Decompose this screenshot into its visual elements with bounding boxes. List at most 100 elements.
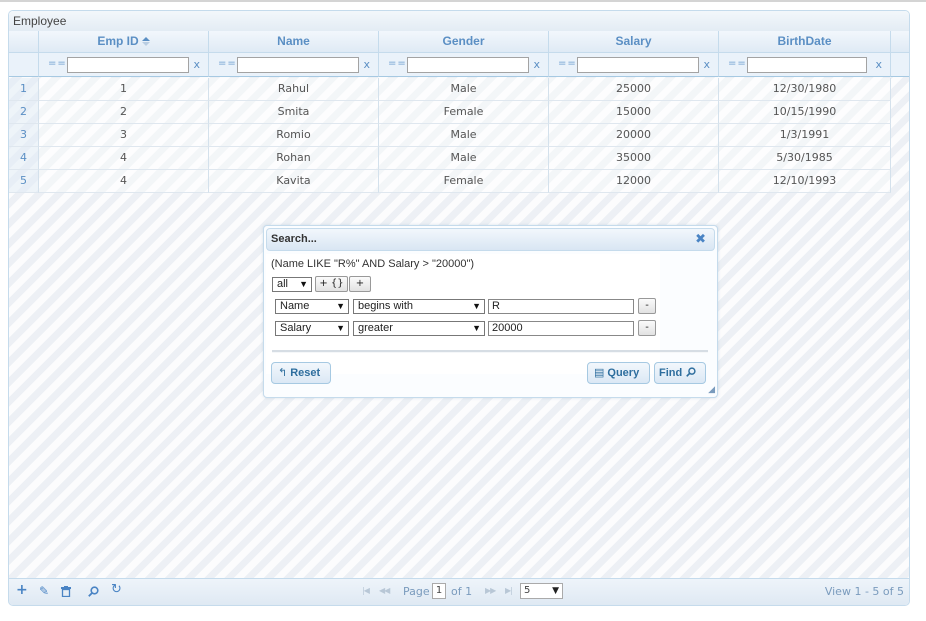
column-header-empid[interactable]: Emp ID [39, 31, 209, 53]
delete-rule-button[interactable]: - [638, 298, 656, 314]
sort-asc-icon[interactable] [141, 37, 150, 47]
rule-operator-select[interactable]: begins with ▼ [353, 299, 485, 314]
cell-name[interactable]: Rohan [209, 147, 379, 170]
find-button[interactable]: Find [654, 362, 706, 384]
delete-rule-button[interactable]: - [638, 320, 656, 336]
column-header-gender-label: Gender [442, 34, 485, 48]
last-page-icon[interactable]: ▶| [505, 586, 513, 595]
edit-icon[interactable]: ✎ [39, 584, 49, 598]
column-header-salary[interactable]: Salary [549, 31, 719, 53]
cell-empid[interactable]: 2 [39, 101, 209, 124]
filter-operator[interactable]: == [728, 58, 747, 69]
search-icon[interactable] [88, 586, 99, 597]
cell-empid[interactable]: 1 [39, 78, 209, 101]
filter-clear-button[interactable]: x [703, 58, 710, 71]
cell-empid[interactable]: 4 [39, 147, 209, 170]
cell-empid[interactable]: 4 [39, 170, 209, 193]
filter-birthdate: == x [719, 53, 891, 77]
cell-name[interactable]: Smita [209, 101, 379, 124]
cell-gender[interactable]: Male [379, 147, 549, 170]
cell-name[interactable]: Romio [209, 124, 379, 147]
cell-salary[interactable]: 25000 [549, 78, 719, 101]
column-header-birthdate[interactable]: BirthDate [719, 31, 891, 53]
undo-icon: ↰ [278, 367, 288, 379]
search-icon [686, 367, 696, 377]
resize-handle-icon[interactable]: ◢ [708, 385, 715, 395]
rows-per-page-select[interactable]: 5 ▼ [520, 583, 563, 599]
filter-operator[interactable]: == [218, 58, 237, 69]
prev-page-icon[interactable]: ◀◀ [379, 586, 390, 595]
filter-operator[interactable]: == [48, 58, 67, 69]
add-group-button[interactable]: + {} [315, 276, 348, 292]
cell-empid[interactable]: 3 [39, 124, 209, 147]
cell-salary[interactable]: 35000 [549, 147, 719, 170]
close-icon[interactable]: ✖ [695, 232, 706, 247]
header-scroll-gap [891, 31, 909, 53]
rule-operator-select[interactable]: greater ▼ [353, 321, 485, 336]
rule-field-select[interactable]: Name ▼ [275, 299, 349, 314]
rule-value-input[interactable]: 20000 [488, 321, 634, 336]
filter-gender-input[interactable] [407, 57, 529, 73]
filter-empid-input[interactable] [67, 57, 189, 73]
grid-caption: Employee [9, 11, 909, 32]
filter-clear-button[interactable]: x [533, 58, 540, 71]
filter-operator[interactable]: == [558, 58, 577, 69]
row-number[interactable]: 5 [9, 170, 39, 193]
filter-empid: == x [39, 53, 209, 77]
rule-value-input[interactable]: R [488, 299, 634, 314]
dialog-divider [272, 350, 708, 353]
page-input[interactable]: 1 [432, 583, 446, 599]
cell-name[interactable]: Kavita [209, 170, 379, 193]
filter-clear-button[interactable]: x [363, 58, 370, 71]
group-op-select[interactable]: all ▼ [272, 277, 312, 292]
refresh-icon[interactable]: ↻ [111, 582, 122, 597]
column-header-birthdate-label: BirthDate [777, 34, 832, 48]
cell-birthdate[interactable]: 12/30/1980 [719, 78, 891, 101]
column-header-name-label: Name [277, 34, 310, 48]
cell-name[interactable]: Rahul [209, 78, 379, 101]
delete-icon[interactable] [61, 586, 71, 597]
cell-birthdate[interactable]: 5/30/1985 [719, 147, 891, 170]
first-page-icon[interactable]: |◀ [362, 586, 370, 595]
filter-name-input[interactable] [237, 57, 359, 73]
column-header-name[interactable]: Name [209, 31, 379, 53]
view-records: View 1 - 5 of 5 [824, 585, 904, 598]
filter-birthdate-input[interactable] [747, 57, 867, 73]
cell-salary[interactable]: 12000 [549, 170, 719, 193]
row-number[interactable]: 3 [9, 124, 39, 147]
row-number[interactable]: 2 [9, 101, 39, 124]
cell-gender[interactable]: Female [379, 101, 549, 124]
filter-clear-button[interactable]: x [193, 58, 200, 71]
next-page-icon[interactable]: ▶▶ [485, 586, 496, 595]
cell-birthdate[interactable]: 1/3/1991 [719, 124, 891, 147]
filter-operator[interactable]: == [388, 58, 407, 69]
cell-gender[interactable]: Male [379, 124, 549, 147]
cell-gender[interactable]: Female [379, 170, 549, 193]
page-label: Page [403, 585, 430, 598]
filter-clear-button[interactable]: x [875, 58, 882, 71]
row-number[interactable]: 1 [9, 78, 39, 101]
query-preview: (Name LIKE "R%" AND Salary > "20000") [271, 258, 475, 270]
page-total: of 1 [451, 585, 473, 598]
add-rule-button[interactable]: + [349, 276, 371, 292]
row-number[interactable]: 4 [9, 147, 39, 170]
cell-birthdate[interactable]: 12/10/1993 [719, 170, 891, 193]
chevron-down-icon: ▼ [472, 323, 481, 333]
cell-gender[interactable]: Male [379, 78, 549, 101]
search-dialog-body [266, 254, 660, 374]
reset-button[interactable]: ↰ Reset [271, 362, 331, 384]
search-dialog-titlebar[interactable]: Search... ✖ [266, 228, 715, 251]
filter-scroll-gap [891, 53, 909, 77]
cell-salary[interactable]: 15000 [549, 101, 719, 124]
cell-birthdate[interactable]: 10/15/1990 [719, 101, 891, 124]
add-icon[interactable]: + [16, 582, 28, 598]
rule-field-select[interactable]: Salary ▼ [275, 321, 349, 336]
filter-rownum-cell [9, 53, 39, 77]
query-button[interactable]: ▤ Query [587, 362, 650, 384]
cell-salary[interactable]: 20000 [549, 124, 719, 147]
chevron-down-icon: ▼ [336, 323, 345, 333]
column-header-gender[interactable]: Gender [379, 31, 549, 53]
top-border [0, 0, 926, 2]
chevron-down-icon: ▼ [472, 301, 481, 311]
filter-salary-input[interactable] [577, 57, 699, 73]
